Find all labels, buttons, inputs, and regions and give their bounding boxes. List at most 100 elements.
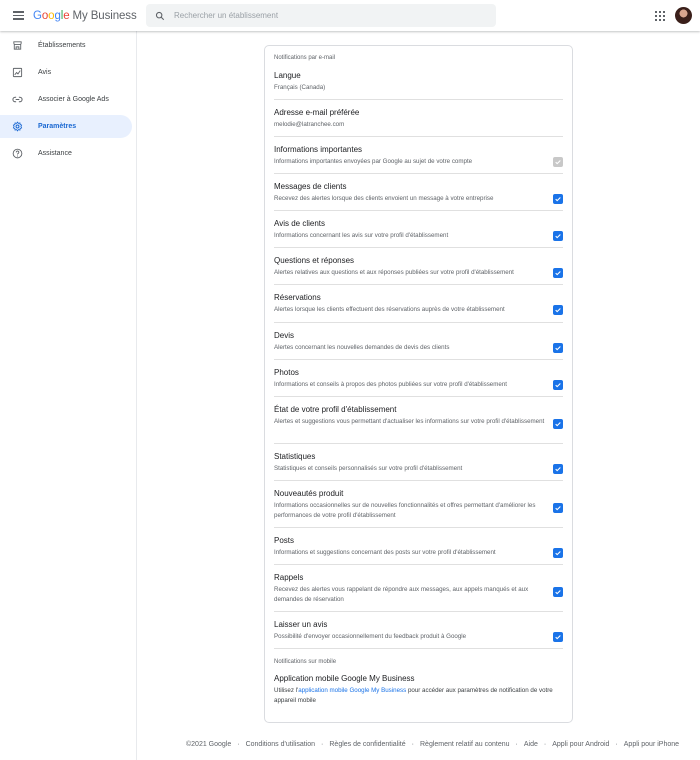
setting-description: Informations et conseils à propos des ph… (274, 381, 507, 388)
setting-description: Recevez des alertes vous rappelant de ré… (274, 586, 529, 603)
setting-description: Possibilité d'envoyer occasionnellement … (274, 633, 467, 640)
notification-setting-row: Posts Informations et suggestions concern… (274, 528, 563, 565)
mobile-app-link[interactable]: application mobile Google My Business (298, 687, 406, 694)
email-value: melodie@latranchee.com (274, 121, 345, 128)
checkmark-icon (554, 549, 562, 557)
sidebar-item-assistance[interactable]: Assistance (0, 142, 132, 165)
help-icon (12, 148, 23, 159)
footer-links: ©2021 Google · Conditions d'utilisation · Rè… (186, 741, 679, 748)
footer-link[interactable]: Conditions d'utilisation (246, 741, 315, 748)
setting-description: Alertes lorsque les clients effectuent d… (274, 306, 505, 313)
setting-checkbox[interactable] (553, 464, 563, 474)
setting-title: Rappels (274, 573, 304, 582)
notification-setting-row: Statistiques Statistiques et conseils per… (274, 444, 563, 481)
setting-description: Informations occasionnelles sur de nouve… (274, 502, 536, 519)
notification-setting-row: Laisser un avis Possibilité d'envoyer occ… (274, 612, 563, 649)
avatar[interactable] (675, 7, 692, 24)
setting-checkbox[interactable] (553, 587, 563, 597)
footer-separator: · (321, 741, 324, 748)
top-app-bar: Go o g l e My Business (0, 0, 700, 31)
notification-setting-row: Informations importantes Informations imp… (274, 137, 563, 174)
search-icon (155, 11, 165, 20)
checkmark-icon (554, 306, 562, 314)
setting-description: Recevez des alertes lorsque des clients … (274, 195, 494, 202)
language-value: Français (Canada) (274, 84, 326, 91)
mobile-app-desc: Utilisez l'application mobile Google My … (274, 686, 563, 706)
setting-checkbox[interactable] (553, 380, 563, 390)
search-bar[interactable] (146, 4, 496, 27)
sidebar-item-etablissements[interactable]: Établissements (0, 34, 132, 57)
notification-setting-row: État de votre profil d'établissement Aler… (274, 397, 563, 444)
apps-grid-icon[interactable] (655, 11, 665, 21)
setting-checkbox (553, 157, 563, 167)
email-title: Adresse e-mail préférée (274, 108, 360, 117)
sidebar-item-google-ads[interactable]: Associer à Google Ads (0, 88, 132, 111)
settings-card: Notifications par e-mail Langue Français… (264, 45, 573, 723)
search-input[interactable] (174, 11, 474, 20)
footer-separator: · (543, 741, 547, 748)
email-section-title: Notifications par e-mail (274, 55, 336, 61)
setting-description: Alertes et suggestions vous permettant d… (274, 418, 545, 425)
footer-link[interactable]: Règles de confidentialité (329, 741, 405, 748)
setting-description: Alertes relatives aux questions et aux r… (274, 269, 514, 276)
sidebar-item-label: Avis (38, 69, 52, 76)
link-icon (12, 94, 23, 105)
sidebar-item-label: Établissements (38, 42, 86, 49)
sidebar-item-label: Associer à Google Ads (38, 96, 109, 103)
notification-setting-row: Avis de clients Informations concernant l… (274, 211, 563, 248)
footer-link[interactable]: Règlement relatif au contenu (420, 741, 510, 748)
setting-title: Messages de clients (274, 182, 347, 191)
sidebar-nav: Établissements Avis Associer à Google Ad… (0, 31, 137, 760)
notification-setting-row: Devis Alertes concernant les nouvelles de… (274, 323, 563, 360)
setting-checkbox[interactable] (553, 305, 563, 315)
setting-title: Réservations (274, 293, 321, 302)
setting-title: Devis (274, 331, 295, 340)
setting-title: Nouveautés produit (274, 489, 344, 498)
notification-setting-row: Rappels Recevez des alertes vous rappelan… (274, 565, 563, 612)
storefront-icon (12, 40, 23, 51)
sidebar-item-parametres[interactable]: Paramètres (0, 115, 132, 138)
footer-link[interactable]: Aide (524, 741, 538, 748)
setting-title: Informations importantes (274, 145, 363, 154)
sidebar-item-label: Paramètres (38, 123, 77, 130)
mobile-desc-before: Utilisez l' (274, 687, 299, 694)
footer-link[interactable]: Appli pour iPhone (624, 741, 679, 748)
logo-product-name: My Business (72, 9, 137, 22)
setting-checkbox[interactable] (553, 632, 563, 642)
setting-description: Statistiques et conseils personnalisés s… (274, 465, 463, 472)
setting-checkbox[interactable] (553, 419, 563, 429)
footer-separator: · (615, 741, 618, 748)
setting-title: État de votre profil d'établissement (274, 405, 397, 414)
notification-setting-row: Questions et réponses Alertes relatives a… (274, 248, 563, 285)
logo-letter: G (33, 9, 42, 22)
app-logo[interactable]: Go o g l e My Business (33, 10, 137, 22)
sidebar-item-avis[interactable]: Avis (0, 61, 132, 84)
email-row[interactable]: Adresse e-mail préférée melodie@latranch… (274, 100, 563, 137)
notification-settings-list: Informations importantes Informations imp… (274, 137, 563, 649)
checkmark-icon (554, 232, 562, 240)
checkmark-icon (554, 381, 562, 389)
notification-setting-row: Nouveautés produit Informations occasionn… (274, 481, 563, 528)
checkmark-icon (554, 465, 562, 473)
language-row[interactable]: Langue Français (Canada) (274, 64, 563, 100)
footer-link: ©2021 Google (186, 741, 232, 748)
footer-link[interactable]: Appli pour Android (552, 741, 609, 748)
setting-title: Questions et réponses (274, 256, 355, 265)
checkmark-icon (554, 504, 562, 512)
mobile-app-title: Application mobile Google My Business (274, 674, 415, 683)
setting-title: Laisser un avis (274, 620, 328, 629)
notification-setting-row: Messages de clients Recevez des alertes l… (274, 174, 563, 211)
setting-title: Photos (274, 368, 299, 377)
setting-checkbox[interactable] (553, 548, 563, 558)
checkmark-icon (554, 633, 562, 641)
checkmark-icon (554, 588, 562, 596)
setting-checkbox[interactable] (553, 268, 563, 278)
setting-title: Statistiques (274, 452, 316, 461)
setting-checkbox[interactable] (553, 194, 563, 204)
setting-checkbox[interactable] (553, 231, 563, 241)
menu-icon[interactable] (11, 8, 27, 24)
review-icon (12, 67, 23, 78)
footer-separator: · (411, 741, 414, 748)
setting-checkbox[interactable] (553, 503, 563, 513)
setting-checkbox[interactable] (553, 343, 563, 353)
